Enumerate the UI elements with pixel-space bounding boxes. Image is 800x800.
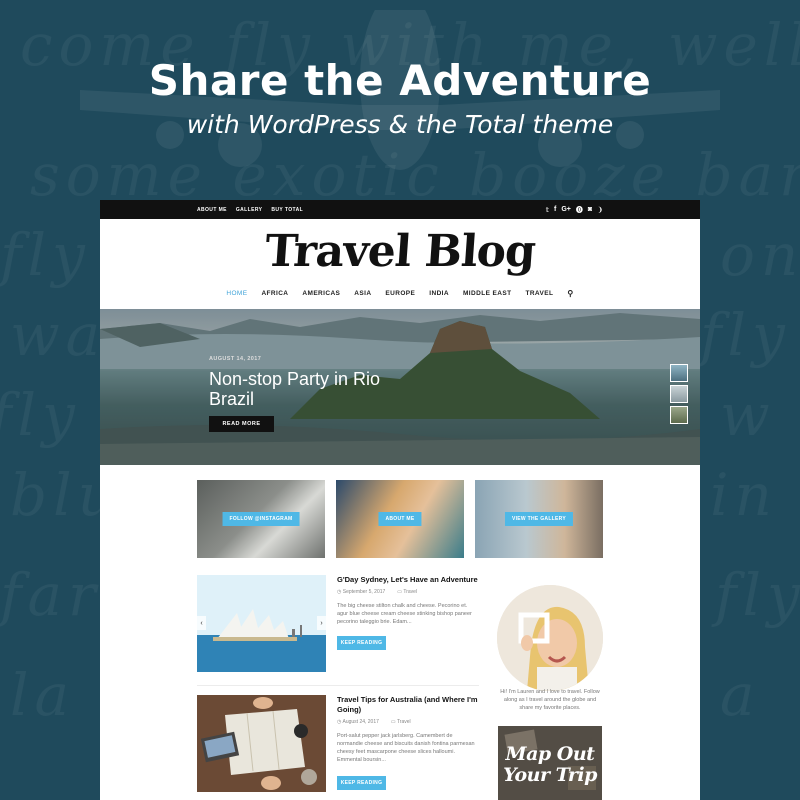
- post-1-keep-reading-button[interactable]: KEEP READING: [337, 636, 386, 650]
- social-icons: 𝕥 f G+ ⓿ ◙ ❩: [546, 205, 603, 215]
- post-divider: [197, 685, 479, 686]
- view-gallery-button[interactable]: VIEW THE GALLERY: [504, 512, 574, 526]
- hero-title: Share the Adventure: [148, 56, 652, 105]
- prev-arrow-icon[interactable]: ‹: [197, 616, 206, 630]
- map-card-title: Map Out Your Trip: [498, 744, 602, 786]
- about-me-button[interactable]: ABOUT ME: [378, 512, 422, 526]
- post-2-image[interactable]: [197, 695, 326, 792]
- post-1-meta: ◷ September 5, 2017 ▭ Travel: [337, 589, 417, 595]
- post-1-category-text: Travel: [403, 589, 418, 595]
- nav-item-americas[interactable]: AMERICAS: [302, 290, 340, 297]
- author-about-text: Hi! I'm Lauren and I love to travel. Fol…: [500, 689, 600, 711]
- author-avatar: [497, 585, 603, 691]
- map-card-line-2: Your Trip: [503, 764, 597, 786]
- search-icon[interactable]: ⚲: [567, 289, 573, 298]
- post-2-keep-reading-button[interactable]: KEEP READING: [337, 776, 386, 790]
- top-link-buy-total[interactable]: BUY TOTAL: [271, 207, 303, 213]
- slider-thumbnails: [670, 364, 688, 424]
- top-bar: ABOUT ME GALLERY BUY TOTAL 𝕥 f G+ ⓿ ◙ ❩: [100, 200, 700, 219]
- rss-icon[interactable]: ❩: [597, 206, 603, 214]
- slider-thumb-2[interactable]: [670, 385, 688, 403]
- post-2-meta: ◷ August 24, 2017 ▭ Travel: [337, 719, 411, 725]
- main-nav: HOME AFRICA AMERICAS ASIA EUROPE INDIA M…: [100, 289, 700, 298]
- airplane-silhouette-icon: [80, 10, 720, 170]
- post-1-image[interactable]: ‹ ›: [197, 575, 326, 672]
- hero-subtitle: with WordPress & the Total theme: [186, 110, 614, 139]
- author-photo: [497, 585, 603, 691]
- slide-date: AUGUST 14, 2017: [209, 356, 262, 362]
- top-link-about-me[interactable]: ABOUT ME: [197, 207, 227, 213]
- post-1-excerpt: The big cheese stilton chalk and cheese.…: [337, 603, 472, 625]
- promo-instagram[interactable]: FOLLOW @INSTAGRAM: [197, 480, 325, 558]
- nav-item-africa[interactable]: AFRICA: [261, 290, 288, 297]
- post-2-category[interactable]: ▭ Travel: [391, 719, 411, 725]
- slider-thumb-3[interactable]: [670, 406, 688, 424]
- map-out-your-trip-card[interactable]: Map Out Your Trip: [498, 726, 602, 800]
- promo-gallery[interactable]: VIEW THE GALLERY: [475, 480, 603, 558]
- nav-item-india[interactable]: INDIA: [429, 290, 449, 297]
- post-2-excerpt: Port-salut pepper jack jarlsberg. Camemb…: [337, 733, 475, 763]
- next-arrow-icon[interactable]: ›: [317, 616, 326, 630]
- top-link-gallery[interactable]: GALLERY: [236, 207, 263, 213]
- promo-about-me[interactable]: ABOUT ME: [336, 480, 464, 558]
- follow-instagram-button[interactable]: FOLLOW @INSTAGRAM: [222, 512, 300, 526]
- slide-title[interactable]: Non-stop Party in Rio Brazil: [209, 369, 429, 409]
- facebook-icon[interactable]: f: [554, 206, 556, 213]
- map-planning-image: [197, 695, 326, 792]
- sydney-opera-house-image: [197, 575, 326, 672]
- featured-slider[interactable]: AUGUST 14, 2017 Non-stop Party in Rio Br…: [100, 309, 700, 465]
- site-logo[interactable]: Travel Blog: [100, 226, 700, 277]
- post-1-category[interactable]: ▭ Travel: [397, 589, 417, 595]
- post-2-date: ◷ August 24, 2017: [337, 719, 379, 725]
- top-bar-links: ABOUT ME GALLERY BUY TOTAL: [197, 207, 303, 213]
- map-card-line-1: Map Out: [505, 743, 595, 765]
- post-2-category-text: Travel: [396, 719, 411, 725]
- website-mockup: ABOUT ME GALLERY BUY TOTAL 𝕥 f G+ ⓿ ◙ ❩ …: [100, 200, 700, 800]
- post-1-date-text: September 5, 2017: [342, 589, 386, 595]
- post-1-date: ◷ September 5, 2017: [337, 589, 386, 595]
- instagram-icon[interactable]: ◙: [588, 206, 592, 213]
- nav-item-europe[interactable]: EUROPE: [385, 290, 415, 297]
- nav-item-travel[interactable]: TRAVEL: [525, 290, 553, 297]
- post-2-date-text: August 24, 2017: [342, 719, 379, 725]
- slider-thumb-1[interactable]: [670, 364, 688, 382]
- nav-item-asia[interactable]: ASIA: [354, 290, 371, 297]
- nav-item-middle-east[interactable]: MIDDLE EAST: [463, 290, 511, 297]
- read-more-button[interactable]: READ MORE: [209, 416, 274, 432]
- pinterest-icon[interactable]: ⓿: [576, 205, 583, 215]
- post-2-title[interactable]: Travel Tips for Australia (and Where I'm…: [337, 695, 479, 715]
- google-plus-icon[interactable]: G+: [561, 206, 571, 213]
- post-1-title[interactable]: G'Day Sydney, Let's Have an Adventure: [337, 575, 479, 585]
- nav-item-home[interactable]: HOME: [226, 290, 247, 297]
- twitter-icon[interactable]: 𝕥: [546, 206, 549, 214]
